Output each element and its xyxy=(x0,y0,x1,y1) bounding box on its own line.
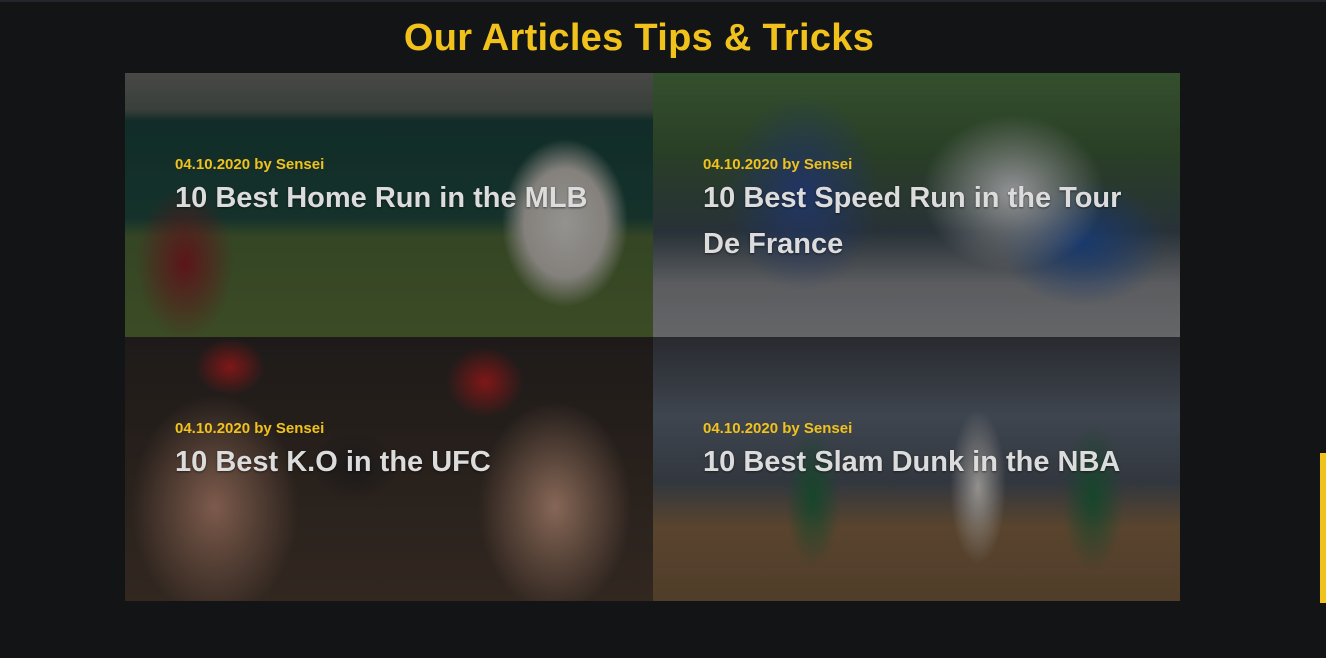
article-meta: 04.10.2020 by Sensei xyxy=(175,156,325,173)
scrollbar-track[interactable] xyxy=(1318,2,1326,658)
articles-grid: 04.10.2020 by Sensei 10 Best Home Run in… xyxy=(125,73,1180,601)
article-meta: 04.10.2020 by Sensei xyxy=(175,420,325,437)
article-card-ufc[interactable]: 04.10.2020 by Sensei 10 Best K.O in the … xyxy=(125,337,653,601)
article-card-mlb[interactable]: 04.10.2020 by Sensei 10 Best Home Run in… xyxy=(125,73,653,337)
article-headline[interactable]: 10 Best Home Run in the MLB xyxy=(175,175,615,221)
article-headline[interactable]: 10 Best Slam Dunk in the NBA xyxy=(703,439,1143,485)
article-meta: 04.10.2020 by Sensei xyxy=(703,156,853,173)
article-headline[interactable]: 10 Best K.O in the UFC xyxy=(175,439,615,485)
article-headline[interactable]: 10 Best Speed Run in the Tour De France xyxy=(703,175,1153,267)
page: Our Articles Tips & Tricks 04.10.2020 by… xyxy=(0,0,1326,658)
section-title: Our Articles Tips & Tricks xyxy=(403,17,875,59)
article-card-nba[interactable]: 04.10.2020 by Sensei 10 Best Slam Dunk i… xyxy=(653,337,1180,601)
scrollbar-thumb[interactable] xyxy=(1320,453,1326,603)
article-card-tour-de-france[interactable]: 04.10.2020 by Sensei 10 Best Speed Run i… xyxy=(653,73,1180,337)
article-meta: 04.10.2020 by Sensei xyxy=(703,420,853,437)
